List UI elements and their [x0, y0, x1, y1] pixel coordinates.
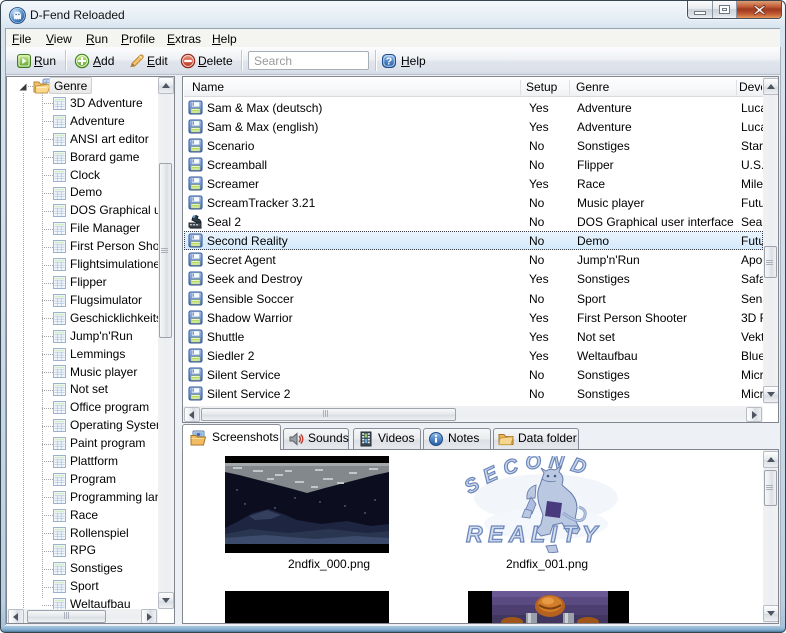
svg-text:REALITY: REALITY: [466, 521, 603, 547]
svg-text:?: ?: [386, 56, 392, 68]
